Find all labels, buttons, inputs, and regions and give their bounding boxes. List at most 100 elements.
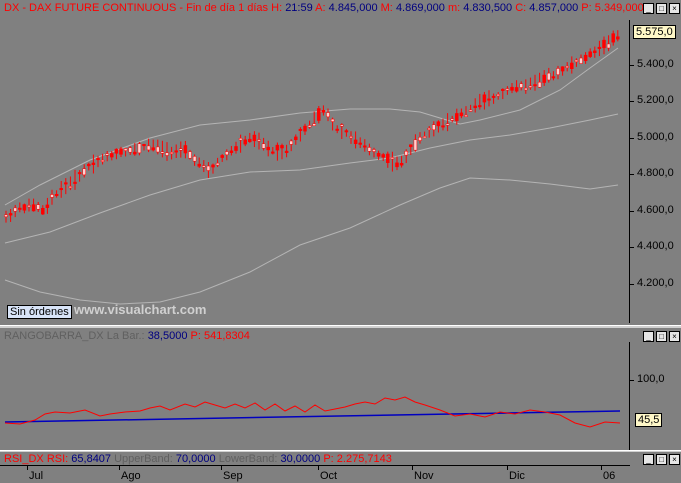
candle-body <box>68 186 73 189</box>
price-tick-mark <box>629 174 634 175</box>
candle-body <box>473 105 477 109</box>
candle-body <box>54 194 59 197</box>
candle-body <box>105 153 109 156</box>
candle-body <box>179 148 183 151</box>
pane-minimize-button[interactable]: _ <box>643 3 654 14</box>
pane-maximize-button[interactable]: □ <box>656 331 667 342</box>
candle-body <box>142 144 146 147</box>
price-tick-label: 4.400,0 <box>637 240 674 252</box>
price-chart <box>4 30 620 305</box>
rsi-current-label: 45,5 <box>635 413 663 427</box>
candle-body <box>519 83 523 88</box>
sin-ordenes-button[interactable]: Sin órdenes <box>7 305 72 319</box>
price-tick-mark <box>629 138 634 139</box>
candle-body <box>206 165 211 171</box>
candle-body <box>514 87 519 92</box>
candle-body <box>556 68 560 75</box>
candle-body <box>317 108 321 121</box>
pane-maximize-button[interactable]: □ <box>656 3 667 14</box>
candle-body <box>174 150 178 153</box>
candle-body <box>27 205 31 208</box>
candle-body <box>252 134 257 142</box>
candle-body <box>335 128 339 131</box>
candle-body <box>381 154 385 158</box>
candle-body <box>551 76 556 79</box>
x-axis-tick <box>318 465 319 470</box>
watermark-logo: www.visualchart.com <box>74 302 207 317</box>
pane-close-button[interactable]: × <box>669 331 680 342</box>
candle-body <box>22 204 27 211</box>
candle-body <box>36 204 40 210</box>
pane-minimize-button[interactable]: _ <box>643 454 654 465</box>
candle-body <box>188 151 192 159</box>
candle-body <box>45 204 50 208</box>
candle-body <box>96 158 100 161</box>
candle-body <box>363 145 367 148</box>
candle-body <box>261 143 266 149</box>
candle-body <box>436 121 441 127</box>
candle-body <box>41 207 45 215</box>
candle-body <box>583 54 588 62</box>
candle-body <box>137 143 142 154</box>
candle-body <box>307 125 312 128</box>
candle-body <box>169 152 174 155</box>
pane-maximize-button[interactable]: □ <box>656 454 667 465</box>
candle-body <box>505 88 510 91</box>
candle-body <box>422 136 427 139</box>
candle-body <box>450 118 454 121</box>
range-y-axis-line <box>629 342 630 450</box>
price-pane[interactable]: DX - DAX FUTURE CONTINUOUS - Fin de día … <box>0 0 681 325</box>
candle-body <box>510 86 514 91</box>
x-axis-month-label: Jul <box>29 470 44 482</box>
candle-body <box>390 157 395 160</box>
current-price-label: 5.575,0 <box>633 25 676 39</box>
candle-body <box>128 147 132 153</box>
candle-body <box>50 194 54 198</box>
candle-body <box>110 153 114 158</box>
candle-body <box>533 84 537 87</box>
range-bar-pane[interactable]: RANGOBARRA_DX La Bar.: 38,5000 P: 541,83… <box>0 328 681 450</box>
candle-body <box>455 113 459 121</box>
candle-body <box>478 105 482 108</box>
rsi-baseline <box>4 410 621 423</box>
pane-close-button[interactable]: × <box>669 3 680 14</box>
x-axis-tick <box>119 465 120 470</box>
pane-close-button[interactable]: × <box>669 454 680 465</box>
candle-body <box>183 145 188 154</box>
candle-body <box>280 145 284 149</box>
candle-body <box>560 66 565 72</box>
candle-body <box>445 123 450 126</box>
candle-body <box>597 46 602 49</box>
candle-body <box>565 65 569 68</box>
x-axis-month-label: Sep <box>223 470 243 482</box>
price-tick-mark <box>629 65 634 66</box>
candle-body <box>73 181 77 184</box>
candle-body <box>358 142 362 145</box>
pane-minimize-button[interactable]: _ <box>643 331 654 342</box>
candle-body <box>491 95 496 98</box>
price-tick-mark <box>629 284 634 285</box>
candle-body <box>570 62 574 69</box>
candle-body <box>294 136 298 141</box>
range-tick-mark <box>629 380 634 381</box>
x-axis-month-label: Ago <box>121 470 141 482</box>
candle-body <box>243 139 247 145</box>
candle-body <box>165 152 169 156</box>
candle-body <box>31 204 36 212</box>
price-tick-label: 4.600,0 <box>637 204 674 216</box>
candle-body <box>133 151 137 155</box>
x-axis-tick <box>412 465 413 470</box>
candle-body <box>606 43 611 49</box>
candle-body <box>77 172 82 175</box>
x-axis-month-label: 06 <box>603 470 616 482</box>
rsi-pane[interactable]: RSI_DX RSI: 65,8407 UpperBand: 70,0000 L… <box>0 452 681 483</box>
candle-body <box>229 150 234 153</box>
candle-body <box>18 207 22 210</box>
candle-body <box>528 85 533 88</box>
candle-body <box>353 139 358 144</box>
x-axis-tick <box>27 465 28 470</box>
candle-body <box>487 98 491 101</box>
candle-body <box>248 138 252 142</box>
candle-body <box>13 207 17 212</box>
candle-body <box>537 81 542 88</box>
